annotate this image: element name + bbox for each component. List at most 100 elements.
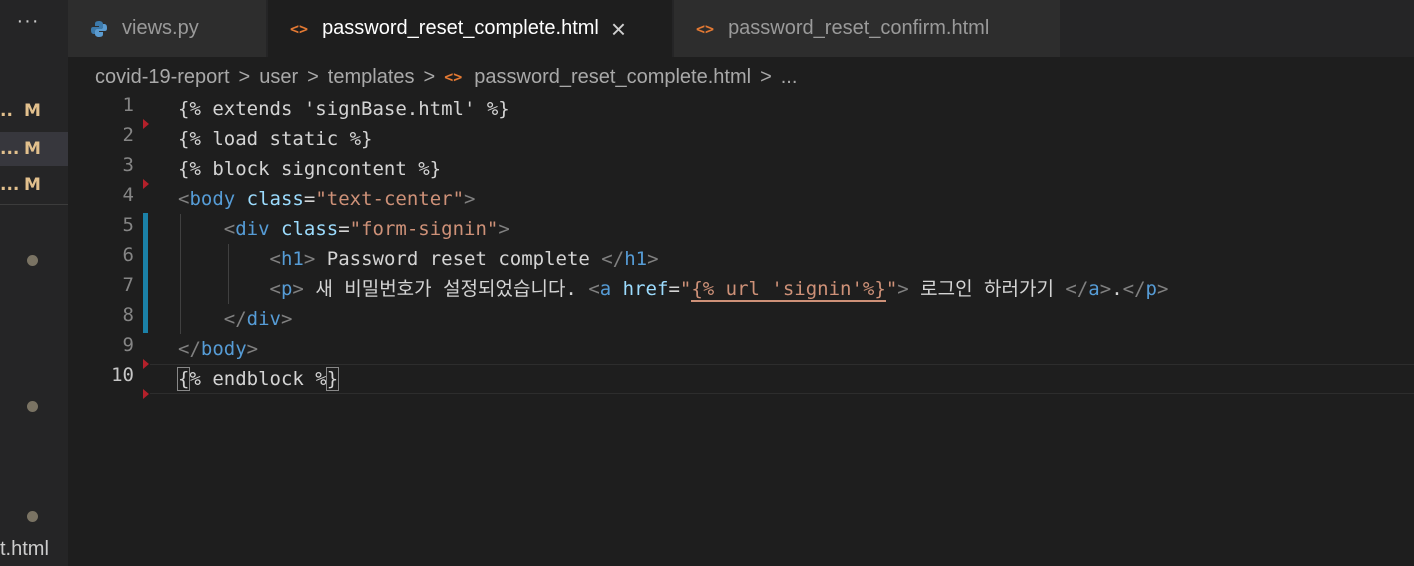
code-line[interactable]: {% block signcontent %} — [178, 154, 441, 184]
line-number: 2 — [122, 124, 134, 146]
angle-bracket: > — [647, 248, 659, 270]
angle-bracket: > — [303, 248, 316, 270]
html-icon: <> — [444, 68, 463, 86]
breadcrumb-item[interactable]: covid-19-report — [95, 66, 230, 89]
angle-bracket: </ — [178, 338, 201, 360]
code-line[interactable]: </body> — [178, 334, 258, 364]
angle-bracket: < — [223, 218, 236, 240]
tag-name: p — [1145, 278, 1157, 300]
unsaved-dot-icon — [27, 255, 38, 266]
explorer-file-item[interactable]: ... M — [0, 132, 68, 166]
code-line[interactable]: <p> 새 비밀번호가 설정되었습니다. <a href="{% url 'si… — [178, 274, 1168, 304]
deleted-line-marker[interactable] — [143, 179, 149, 189]
tag-name: h1 — [280, 248, 304, 270]
line-number: 9 — [122, 334, 134, 356]
line-number: 5 — [122, 214, 134, 236]
attribute-value: {% url 'signin'%} — [691, 278, 886, 302]
unsaved-dot-icon — [27, 401, 38, 412]
angle-bracket: > — [464, 188, 476, 210]
tag-name: div — [246, 308, 281, 330]
attribute-name: class — [246, 188, 304, 210]
chevron-right-icon: > — [760, 65, 772, 88]
line-number: 7 — [122, 274, 134, 296]
explorer-file-item[interactable]: ... M — [0, 168, 68, 202]
sidebar-divider — [0, 204, 68, 205]
tag-name: body — [189, 188, 236, 210]
line-number: 8 — [122, 304, 134, 326]
code-line[interactable]: {% load static %} — [178, 124, 372, 154]
angle-bracket: > — [1157, 278, 1169, 300]
tab-label: password_reset_complete.html — [322, 17, 599, 39]
matching-brace: { — [176, 367, 191, 391]
tab-label: views.py — [122, 17, 199, 39]
code-text: Password reset complete — [315, 248, 602, 270]
tag-name: body — [200, 338, 247, 360]
chevron-right-icon: > — [238, 65, 251, 88]
explorer-file-item[interactable]: .. M — [0, 94, 68, 128]
tab-label: password_reset_confirm.html — [728, 17, 990, 39]
code-text: 새 비밀번호가 설정되었습니다. — [303, 278, 589, 300]
attribute-value: "text-center" — [315, 188, 465, 210]
code-line[interactable]: <body class="text-center"> — [178, 184, 476, 214]
python-icon — [90, 20, 108, 38]
tag-name: h1 — [624, 248, 648, 270]
code-line[interactable]: {% extends 'signBase.html' %} — [178, 94, 510, 124]
html-icon: <> — [696, 19, 715, 38]
more-actions-button[interactable]: ··· — [0, 10, 56, 33]
truncated-filename: .. — [0, 101, 13, 121]
angle-bracket: > — [897, 278, 909, 300]
angle-bracket: </ — [1122, 278, 1146, 300]
code-text: . — [1111, 278, 1123, 300]
modified-badge: M — [24, 175, 41, 195]
line-number: 6 — [122, 244, 134, 266]
matching-brace: } — [325, 367, 340, 391]
attribute-value: "form-signin" — [349, 218, 499, 240]
chevron-right-icon: > — [307, 65, 319, 88]
attribute-name: class — [281, 218, 339, 240]
truncated-filename: ... — [0, 175, 20, 195]
angle-bracket: </ — [223, 308, 247, 330]
breadcrumb: covid-19-report > user > templates > <> … — [95, 62, 797, 92]
breadcrumb-item[interactable]: templates — [328, 66, 415, 89]
modified-lines-indicator[interactable] — [143, 213, 148, 333]
line-number: 1 — [122, 94, 134, 116]
code-line[interactable]: </div> — [178, 304, 293, 334]
attribute-quote: " — [679, 278, 692, 300]
line-number: 4 — [122, 184, 134, 206]
angle-bracket: </ — [601, 248, 625, 270]
code-text: {% load static %} — [178, 128, 373, 150]
breadcrumb-item[interactable]: password_reset_complete.html — [474, 66, 751, 89]
deleted-line-marker[interactable] — [143, 119, 149, 129]
breadcrumb-item[interactable]: user — [259, 66, 298, 89]
tab-password-reset-confirm[interactable]: <> password_reset_confirm.html — [674, 0, 1060, 57]
code-line[interactable]: <div class="form-signin"> — [178, 214, 510, 244]
tag-name: div — [235, 218, 270, 240]
unsaved-dot-icon — [27, 511, 38, 522]
attribute-quote: " — [885, 278, 898, 300]
explorer-file-label[interactable]: t.html — [0, 538, 49, 561]
angle-bracket: </ — [1065, 278, 1089, 300]
attribute-name: href — [622, 278, 669, 300]
angle-bracket: > — [292, 278, 304, 300]
code-line[interactable]: <h1> Password reset complete </h1> — [178, 244, 659, 274]
code-text: {% extends 'signBase.html' %} — [178, 98, 510, 120]
angle-bracket: < — [269, 278, 281, 300]
chevron-right-icon: > — [423, 65, 436, 88]
tag-name: a — [599, 278, 612, 300]
tab-views-py[interactable]: views.py — [68, 0, 266, 57]
tab-password-reset-complete[interactable]: <> password_reset_complete.html × — [268, 0, 672, 57]
angle-bracket: < — [269, 248, 281, 270]
angle-bracket: > — [246, 338, 259, 360]
close-icon[interactable]: × — [611, 16, 626, 42]
code-text: % endblock % — [189, 368, 327, 390]
line-number: 3 — [122, 154, 134, 176]
code-text: 로그인 하러가기 — [908, 278, 1066, 300]
code-text: {% block signcontent %} — [178, 158, 442, 180]
tag-name: p — [280, 278, 293, 300]
angle-bracket: > — [498, 218, 510, 240]
breadcrumb-item[interactable]: ... — [781, 66, 798, 89]
deleted-line-marker[interactable] — [143, 359, 149, 369]
deleted-line-marker[interactable] — [143, 389, 149, 399]
code-line[interactable]: {% endblock %} — [176, 364, 340, 394]
explorer-sidebar: ··· .. M ... M ... M t.html — [0, 0, 68, 566]
